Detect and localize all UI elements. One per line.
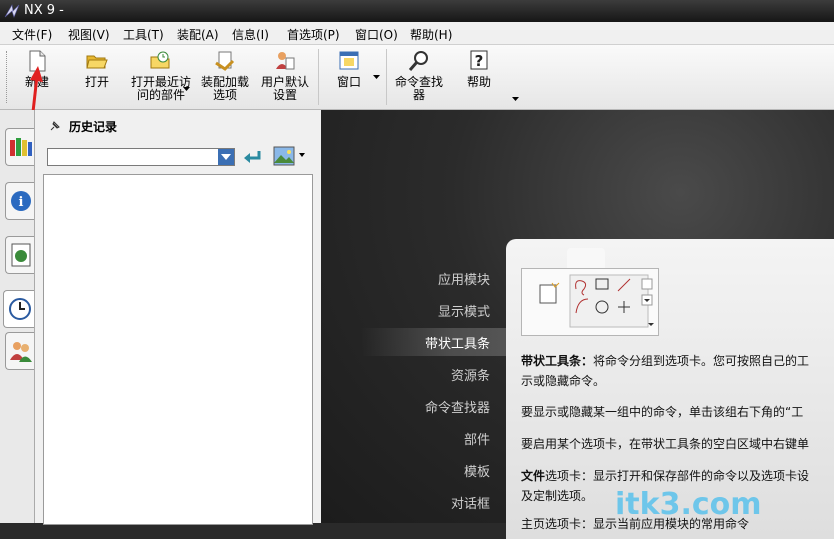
info-file-text-2: 及定制选项。 xyxy=(521,489,594,503)
help-button[interactable]: ? 帮助 xyxy=(458,49,500,89)
chevron-down-icon xyxy=(221,154,231,160)
toolbar-grip[interactable] xyxy=(6,51,9,103)
command-finder-button[interactable]: 命令查找 器 xyxy=(392,49,446,102)
chevron-down-icon xyxy=(299,153,305,157)
welcome-area: 应用模块 显示模式 带状工具条 资源条 命令查找器 部件 模板 对话框 带状工具… xyxy=(321,110,834,539)
resource-tab-web[interactable]: i xyxy=(5,182,34,220)
info-ribbon-heading: 带状工具条： xyxy=(521,354,594,368)
svg-text:?: ? xyxy=(475,52,484,70)
history-panel-title: 历史记录 xyxy=(69,120,118,134)
info-file-text: 选项卡：显示打开和保存部件的命令以及选项卡设 xyxy=(545,469,810,483)
help-question-icon: ? xyxy=(470,50,488,70)
window-icon xyxy=(339,51,359,70)
clock-icon xyxy=(9,298,31,320)
toolbar-separator xyxy=(318,49,319,105)
toolbar-separator xyxy=(386,49,387,105)
landscape-picture-icon xyxy=(273,146,295,166)
info-paragraph-ribbon: 带状工具条：将命令分组到选项卡。您可按照自己的工 xyxy=(521,352,809,369)
thumbnail-view-button[interactable] xyxy=(273,146,307,166)
nav-item-display-modes[interactable]: 显示模式 xyxy=(438,301,490,320)
nav-item-applications[interactable]: 应用模块 xyxy=(438,269,490,288)
menu-info[interactable]: 信息(I) xyxy=(232,26,269,43)
info-paragraph-enable-tab: 要启用某个选项卡，在带状工具条的空白区域中右键单 xyxy=(521,437,810,451)
standard-toolbar: 新建 打开 打开最近访 问的部件 装配加载 选项 用户默认 设置 窗口 xyxy=(0,45,834,110)
nav-item-command-finder[interactable]: 命令查找器 xyxy=(425,397,490,416)
recent-dropdown-icon[interactable] xyxy=(183,87,191,93)
open-recent-button[interactable]: 打开最近访 问的部件 xyxy=(126,49,196,102)
annotation-arrow-icon xyxy=(30,66,43,113)
info-file-heading: 文件 xyxy=(521,469,546,483)
history-filter-combo[interactable] xyxy=(47,148,235,166)
ribbon-illustration xyxy=(521,268,659,336)
ribbon-sketch-tools-icon xyxy=(539,274,654,328)
menu-tools[interactable]: 工具(T) xyxy=(123,26,164,43)
books-icon xyxy=(10,138,32,156)
nav-item-dialogs[interactable]: 对话框 xyxy=(451,493,490,512)
menu-bar: 文件(F) 视图(V) 工具(T) 装配(A) 信息(I) 首选项(P) 窗口(… xyxy=(0,22,834,45)
resource-tab-palette[interactable] xyxy=(5,236,34,274)
svg-text:i: i xyxy=(19,195,24,210)
window-button[interactable]: 窗口 xyxy=(328,49,370,89)
menu-assembly[interactable]: 装配(A) xyxy=(177,26,219,43)
nav-item-resource-bar[interactable]: 资源条 xyxy=(451,365,490,384)
combo-dropdown-button[interactable] xyxy=(218,149,234,165)
window-button-label: 窗口 xyxy=(336,75,361,89)
open-button-label: 打开 xyxy=(84,75,109,89)
magnifier-icon xyxy=(408,51,428,71)
assembly-load-options-button[interactable]: 装配加载 选项 xyxy=(198,49,252,102)
command-finder-label-2: 器 xyxy=(412,88,425,102)
toolbar-overflow-icon[interactable] xyxy=(512,97,520,103)
open-folder-icon xyxy=(86,55,108,69)
users-icon xyxy=(10,342,32,362)
window-title: NX 9 - xyxy=(24,3,64,18)
help-button-label: 帮助 xyxy=(466,75,491,89)
info-ribbon-text: 将命令分组到选项卡。您可按照自己的工 xyxy=(593,354,810,368)
menu-preferences[interactable]: 首选项(P) xyxy=(287,26,340,43)
history-panel: 历史记录 xyxy=(34,110,322,525)
watermark: itk3.com xyxy=(615,487,762,522)
resource-bar: i xyxy=(0,110,34,523)
info-paragraph-file-tab: 文件选项卡：显示打开和保存部件的命令以及选项卡设 xyxy=(521,467,809,484)
ribbon-illustration-tab xyxy=(567,248,605,270)
resource-tab-roles-users[interactable] xyxy=(5,332,34,370)
recent-parts-icon xyxy=(150,51,170,69)
info-ribbon-text-2: 示或隐藏命令。 xyxy=(521,374,606,388)
resource-tab-roles[interactable] xyxy=(5,128,34,166)
nav-item-ribbon[interactable]: 带状工具条 xyxy=(425,333,490,352)
user-defaults-button[interactable]: 用户默认 设置 xyxy=(258,49,312,102)
window-dropdown-icon[interactable] xyxy=(373,75,381,81)
menu-view[interactable]: 视图(V) xyxy=(68,26,110,43)
nx-logo-icon xyxy=(4,4,20,18)
pin-icon[interactable] xyxy=(49,120,61,132)
open-button[interactable]: 打开 xyxy=(76,49,118,89)
resource-tab-history[interactable] xyxy=(3,290,34,328)
menu-help[interactable]: 帮助(H) xyxy=(410,26,452,43)
assembly-load-icon xyxy=(215,51,235,71)
back-arrow-icon[interactable] xyxy=(241,148,263,166)
user-defaults-label-2: 设置 xyxy=(272,88,297,102)
info-paragraph-show-hide: 要显示或隐藏某一组中的命令，单击该组右下角的“工 xyxy=(521,405,804,419)
title-bar: NX 9 - xyxy=(0,0,834,22)
nav-item-templates[interactable]: 模板 xyxy=(464,461,490,480)
document-globe-icon xyxy=(11,243,31,267)
info-globe-icon: i xyxy=(11,191,31,211)
nav-item-parts[interactable]: 部件 xyxy=(464,429,490,448)
history-list[interactable] xyxy=(43,174,313,525)
assembly-load-label-2: 选项 xyxy=(212,88,237,102)
menu-window[interactable]: 窗口(O) xyxy=(355,26,398,43)
menu-file[interactable]: 文件(F) xyxy=(12,26,52,43)
user-defaults-icon xyxy=(276,52,295,70)
